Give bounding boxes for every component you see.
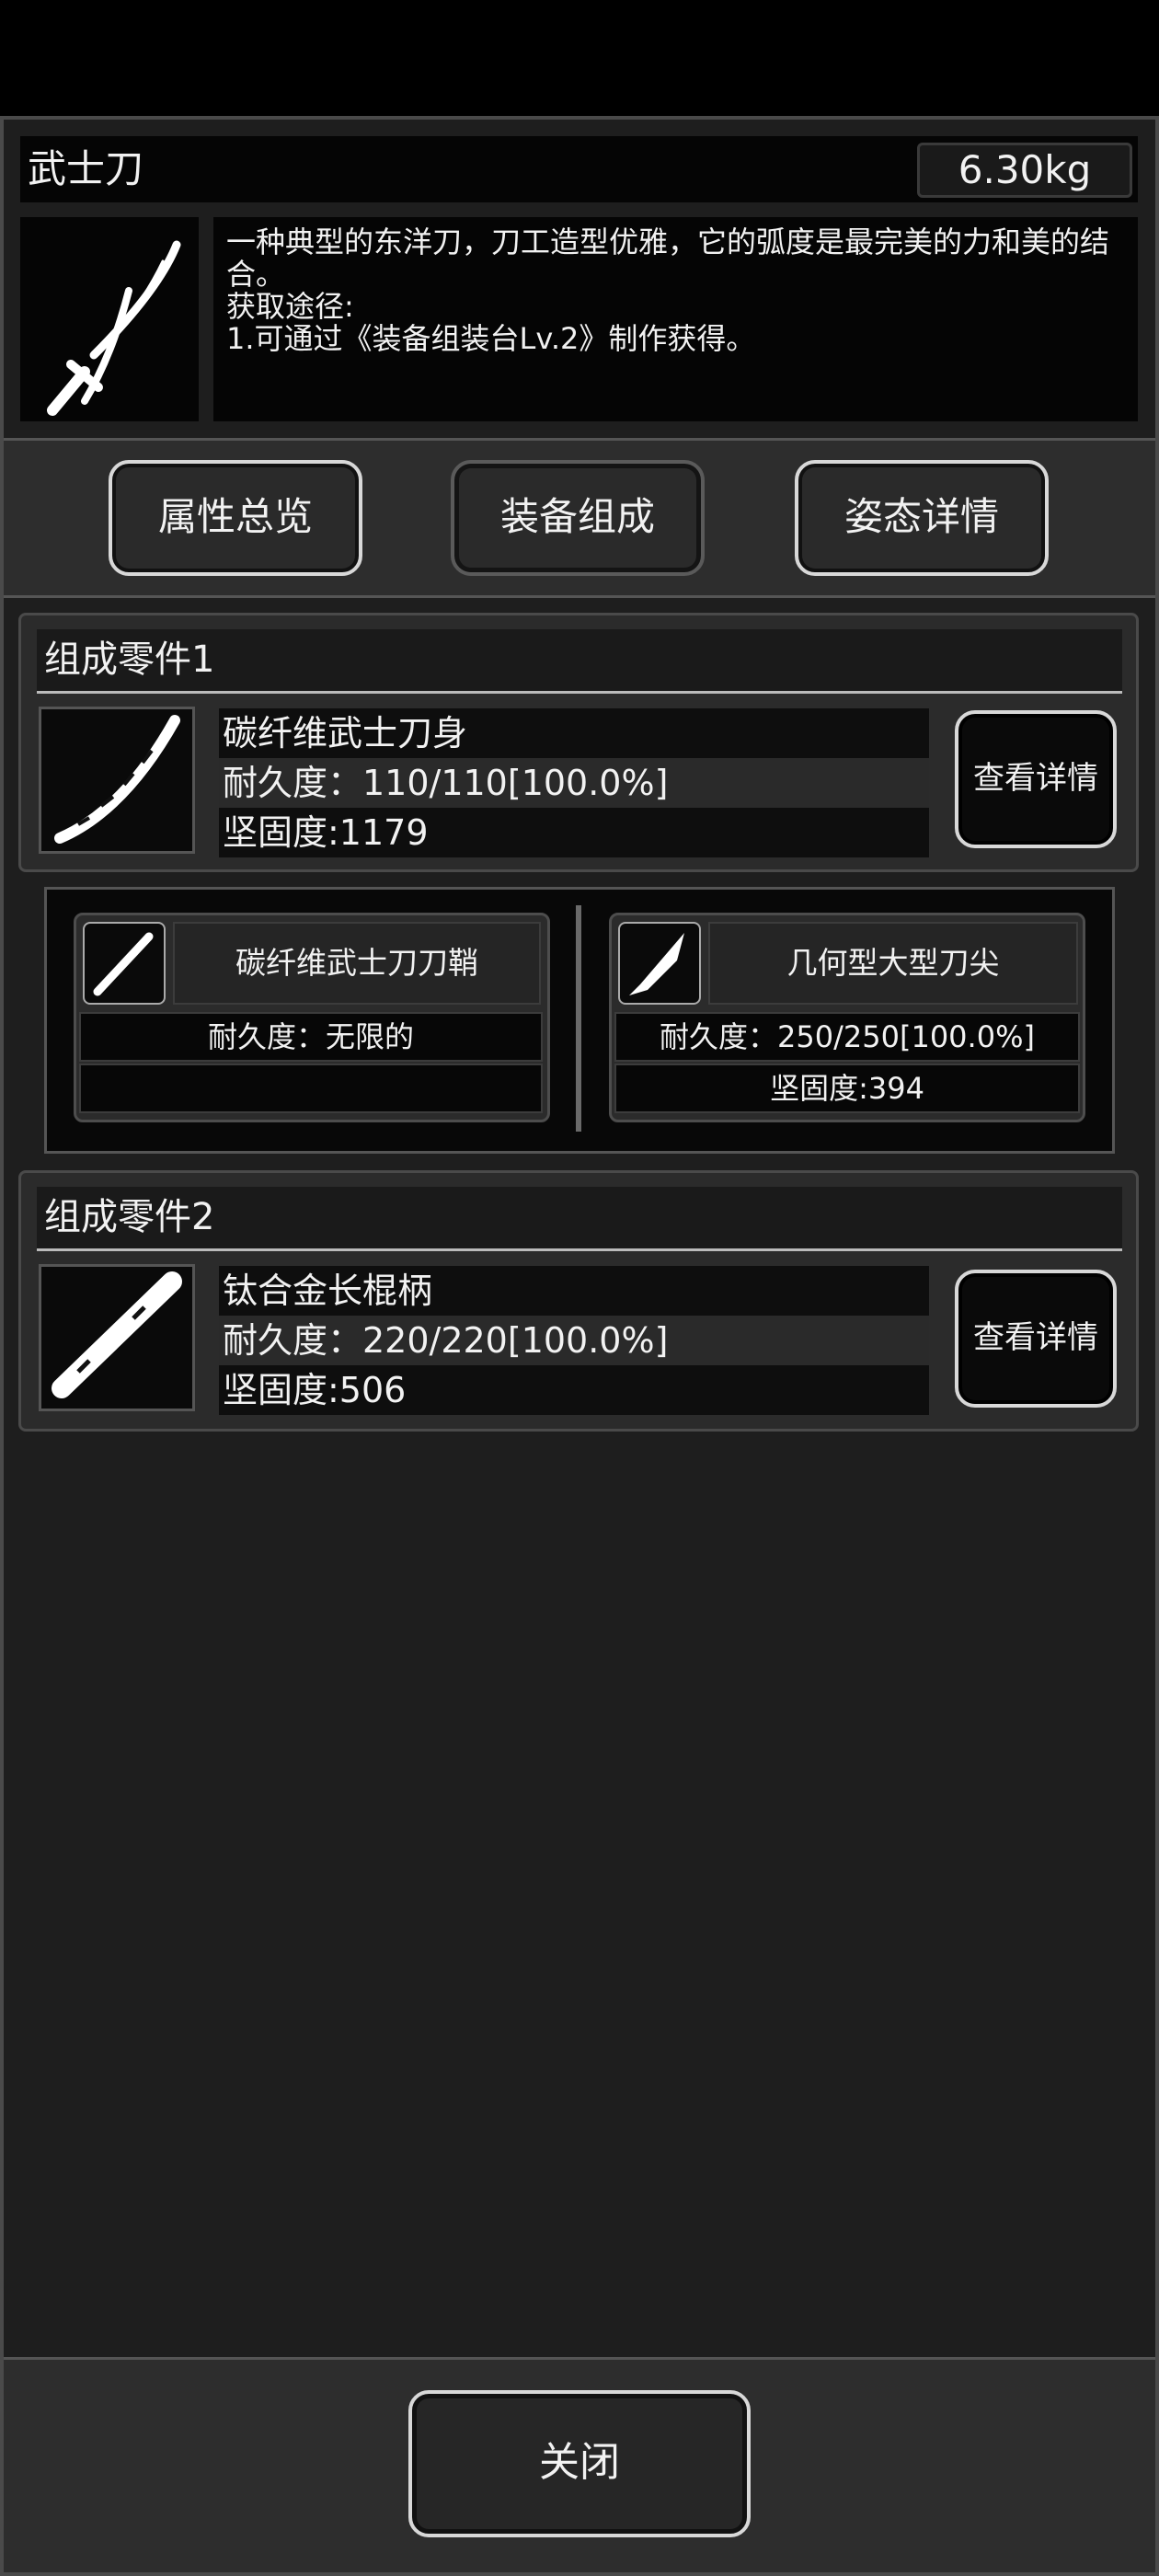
item-weight: 6.30kg xyxy=(917,143,1132,198)
view-details-button-2[interactable]: 查看详情 xyxy=(955,1270,1117,1408)
sub-part-name-2: 几何型大型刀尖 xyxy=(708,922,1078,1005)
view-details-button-1[interactable]: 查看详情 xyxy=(955,710,1117,848)
sub-part-durability-2: 耐久度：250/250[100.0%] xyxy=(614,1012,1080,1062)
tab-attribute-overview[interactable]: 属性总览 xyxy=(109,460,362,576)
blade-tip-icon xyxy=(629,933,684,995)
item-name: 武士刀 xyxy=(28,146,144,191)
sub-parts-divider xyxy=(576,905,581,1132)
sub-part-thumb-1 xyxy=(83,922,166,1005)
item-icon-frame xyxy=(20,217,199,421)
component-hardness-1: 坚固度:1179 xyxy=(219,808,929,857)
component-header-2: 组成零件2 xyxy=(37,1187,1122,1251)
component-thumb-1 xyxy=(39,707,195,854)
item-description: 一种典型的东洋刀，刀工造型优雅，它的弧度是最完美的力和美的结合。 获取途径: 1… xyxy=(213,217,1138,421)
component-durability-2: 耐久度：220/220[100.0%] xyxy=(219,1316,929,1365)
sub-part-durability-1: 耐久度：无限的 xyxy=(79,1012,543,1062)
handle-icon xyxy=(52,1271,182,1398)
sub-part-name-1: 碳纤维武士刀刀鞘 xyxy=(173,922,541,1005)
tab-equipment-composition[interactable]: 装备组成 xyxy=(451,460,705,576)
tab-stance-details[interactable]: 姿态详情 xyxy=(795,460,1049,576)
component-name-1: 碳纤维武士刀身 xyxy=(219,708,929,758)
component-hardness-2: 坚固度:506 xyxy=(219,1365,929,1415)
katana-icon xyxy=(47,240,181,416)
component-thumb-2 xyxy=(39,1264,195,1411)
component-name-2: 钛合金长棍柄 xyxy=(219,1266,929,1316)
sub-part-hardness-2: 坚固度:394 xyxy=(614,1064,1080,1113)
component-header-1: 组成零件1 xyxy=(37,629,1122,694)
blade-icon xyxy=(54,715,180,844)
close-button[interactable]: 关闭 xyxy=(408,2390,751,2537)
sub-part-thumb-2 xyxy=(618,922,701,1005)
sub-part-hardness-1 xyxy=(79,1064,543,1113)
component-durability-1: 耐久度：110/110[100.0%] xyxy=(219,758,929,808)
scabbard-icon xyxy=(93,932,154,996)
